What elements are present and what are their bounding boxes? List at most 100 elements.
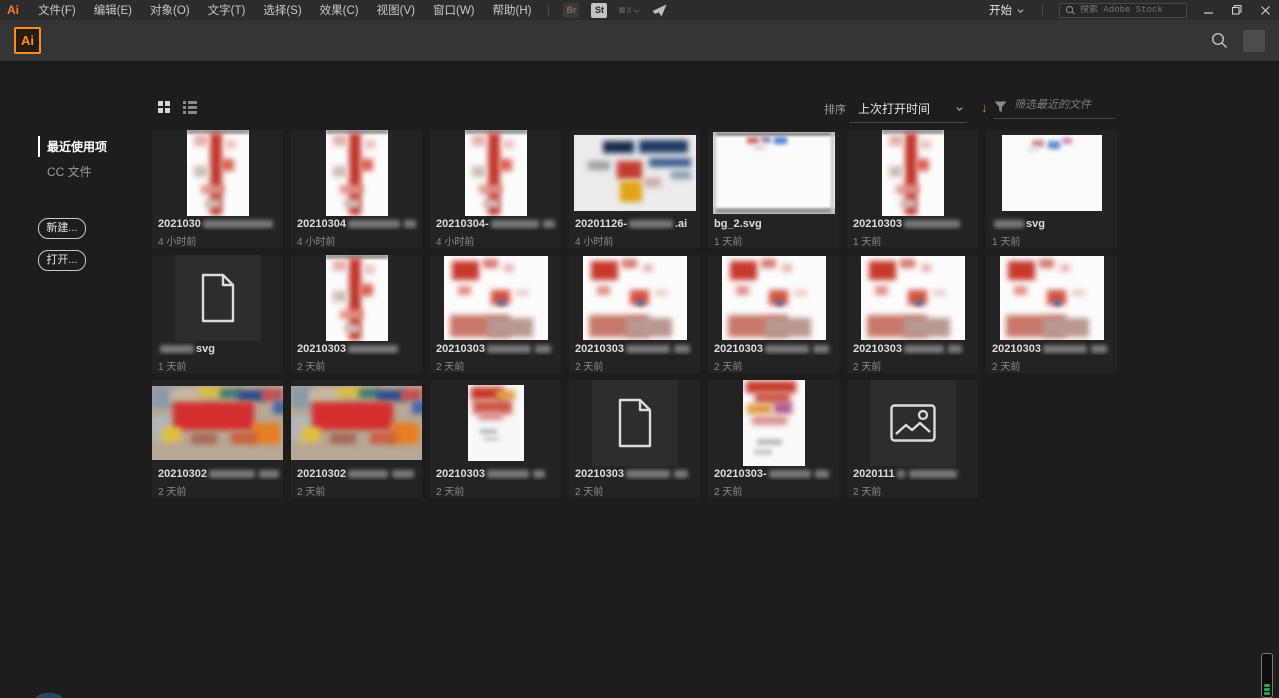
file-thumbnail [291,255,422,341]
chevron-down-icon [633,7,640,14]
restore-button[interactable] [1223,0,1251,20]
redacted-text [815,470,829,478]
menu-items: 文件(F)编辑(E)对象(O)文字(T)选择(S)效果(C)视图(V)窗口(W)… [29,2,540,18]
redacted-text [348,345,398,353]
file-card[interactable]: 202103032 天前 [291,255,422,373]
file-card[interactable]: 202103032 天前 [569,255,700,373]
redacted-text [404,220,416,228]
document-icon [615,398,655,448]
sidebar-item-1[interactable]: CC 文件 [38,161,148,182]
file-modified-time: 1 天前 [986,230,1117,248]
menu-item-3[interactable]: 文字(T) [199,2,255,18]
redacted-text [491,220,539,228]
close-icon [1261,6,1270,15]
menu-item-5[interactable]: 效果(C) [311,2,368,18]
file-thumbnail [569,130,700,216]
file-name: 20210303- [708,466,839,480]
restore-icon [1232,5,1242,15]
thumbnail-art [1000,256,1104,340]
workspace-switcher-icon[interactable] [619,7,640,14]
file-card[interactable]: 202103022 天前 [152,380,283,498]
divider [1042,4,1043,16]
start-workspace-button[interactable]: 开始 [979,2,1034,18]
home-content: 最近使用项 CC 文件 新建... 打开... 排序 上次打开时间 ↓ 20210… [0,62,1279,698]
sort-direction-button[interactable]: ↓ [981,99,988,115]
bridge-icon[interactable]: Br [563,3,579,18]
file-card[interactable]: 202103032 天前 [708,255,839,373]
file-card[interactable]: 20210303-2 天前 [708,380,839,498]
file-card[interactable]: 202103044 小时前 [291,130,422,248]
menu-item-2[interactable]: 对象(O) [141,2,199,18]
file-card[interactable]: 20210304-4 小时前 [430,130,561,248]
sidebar-item-0[interactable]: 最近使用项 [38,136,148,157]
file-card[interactable]: 20201126-.ai4 小时前 [569,130,700,248]
minimize-button[interactable] [1195,0,1223,20]
menu-item-6[interactable]: 视图(V) [368,2,424,18]
adobe-stock-search[interactable] [1059,3,1187,18]
menu-item-1[interactable]: 编辑(E) [85,2,141,18]
grid-view-button[interactable] [158,101,170,113]
redacted-text [203,220,273,228]
file-card[interactable]: 202103032 天前 [986,255,1117,373]
stock-search-input[interactable] [1080,5,1180,15]
chevron-down-icon [1017,7,1024,14]
file-card[interactable]: svg1 天前 [152,255,283,373]
menu-item-8[interactable]: 帮助(H) [484,2,541,18]
search-icon [1065,5,1076,16]
file-card[interactable]: 202103031 天前 [847,130,978,248]
filter-input[interactable] [1014,99,1110,111]
share-icon[interactable] [652,4,667,17]
file-thumbnail [152,130,283,216]
file-modified-time: 2 天前 [291,480,422,498]
thumbnail-art [722,256,826,340]
file-card[interactable]: 202103032 天前 [569,380,700,498]
redacted-text [487,470,529,478]
file-card[interactable]: 202103032 天前 [430,255,561,373]
avatar[interactable] [1243,30,1265,52]
file-modified-time: 2 天前 [708,355,839,373]
file-thumbnail [152,380,283,466]
image-icon [890,404,936,442]
file-card[interactable]: 202103032 天前 [430,380,561,498]
file-card[interactable]: 20201112 天前 [847,380,978,498]
redacted-text [904,220,960,228]
file-thumbnail [291,130,422,216]
file-name: 20210303 [986,341,1117,355]
generic-file-placeholder [175,255,261,341]
menu-item-7[interactable]: 窗口(W) [424,2,484,18]
file-card[interactable]: svg1 天前 [986,130,1117,248]
redacted-text [904,345,944,353]
redacted-text [209,470,255,478]
thumbnail-art [326,255,388,341]
file-name: 20210303 [430,341,561,355]
redacted-text [543,220,555,228]
close-button[interactable] [1251,0,1279,20]
file-name: bg_2.svg [708,216,839,230]
menu-item-4[interactable]: 选择(S) [254,2,310,18]
redacted-text [948,345,962,353]
filter-recent-files[interactable] [994,99,1115,119]
file-modified-time: 2 天前 [847,480,978,498]
search-icon[interactable] [1210,31,1229,50]
redacted-text [765,345,809,353]
thumbnail-art [152,386,283,460]
sort-dropdown[interactable]: 上次打开时间 [850,99,967,123]
generic-file-placeholder [592,380,678,466]
menu-item-0[interactable]: 文件(F) [29,2,85,18]
file-card[interactable]: 20210304 小时前 [152,130,283,248]
list-view-button[interactable] [183,101,197,114]
file-card[interactable]: bg_2.svg1 天前 [708,130,839,248]
document-icon [198,273,238,323]
redacted-text [813,345,829,353]
file-card[interactable]: 202103032 天前 [847,255,978,373]
file-modified-time: 2 天前 [708,480,839,498]
file-modified-time: 4 小时前 [152,230,283,248]
stock-icon[interactable]: St [591,3,607,18]
new-file-button[interactable]: 新建... [38,218,86,239]
redacted-text [392,470,414,478]
sort-label: 排序 [824,99,846,117]
redacted-text [533,470,545,478]
illustrator-app-icon[interactable]: Ai [14,27,41,54]
file-card[interactable]: 202103022 天前 [291,380,422,498]
open-file-button[interactable]: 打开... [38,250,86,271]
